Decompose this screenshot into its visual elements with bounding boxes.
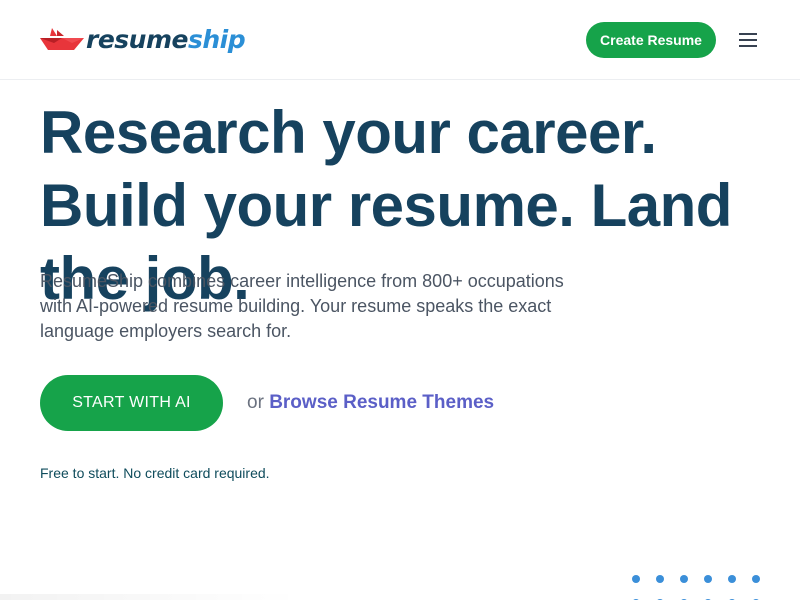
site-header: resumeship Create Resume [0, 0, 800, 80]
or-text: or [247, 392, 264, 413]
logo-text-resume: resume [86, 25, 188, 54]
create-resume-button[interactable]: Create Resume [586, 22, 716, 58]
decorative-dots-pattern [632, 575, 760, 600]
paper-boat-icon [40, 28, 84, 50]
logo-text-ship: ship [187, 25, 246, 54]
free-start-note: Free to start. No credit card required. [40, 465, 270, 481]
start-with-ai-button[interactable]: START WITH AI [40, 375, 223, 431]
page: resumeship Create Resume Research your c… [0, 0, 800, 600]
card-shadow-edge [0, 594, 300, 600]
menu-button[interactable] [736, 28, 760, 52]
browse-themes-link[interactable]: Browse Resume Themes [269, 392, 494, 413]
hero-subtitle: ResumeShip combines career intelligence … [40, 271, 564, 341]
browse-row: or Browse Resume Themes [247, 390, 494, 416]
logo-wordmark: resumeship [86, 22, 246, 58]
site-logo[interactable]: resumeship [40, 22, 246, 58]
hamburger-menu-icon [739, 33, 757, 47]
